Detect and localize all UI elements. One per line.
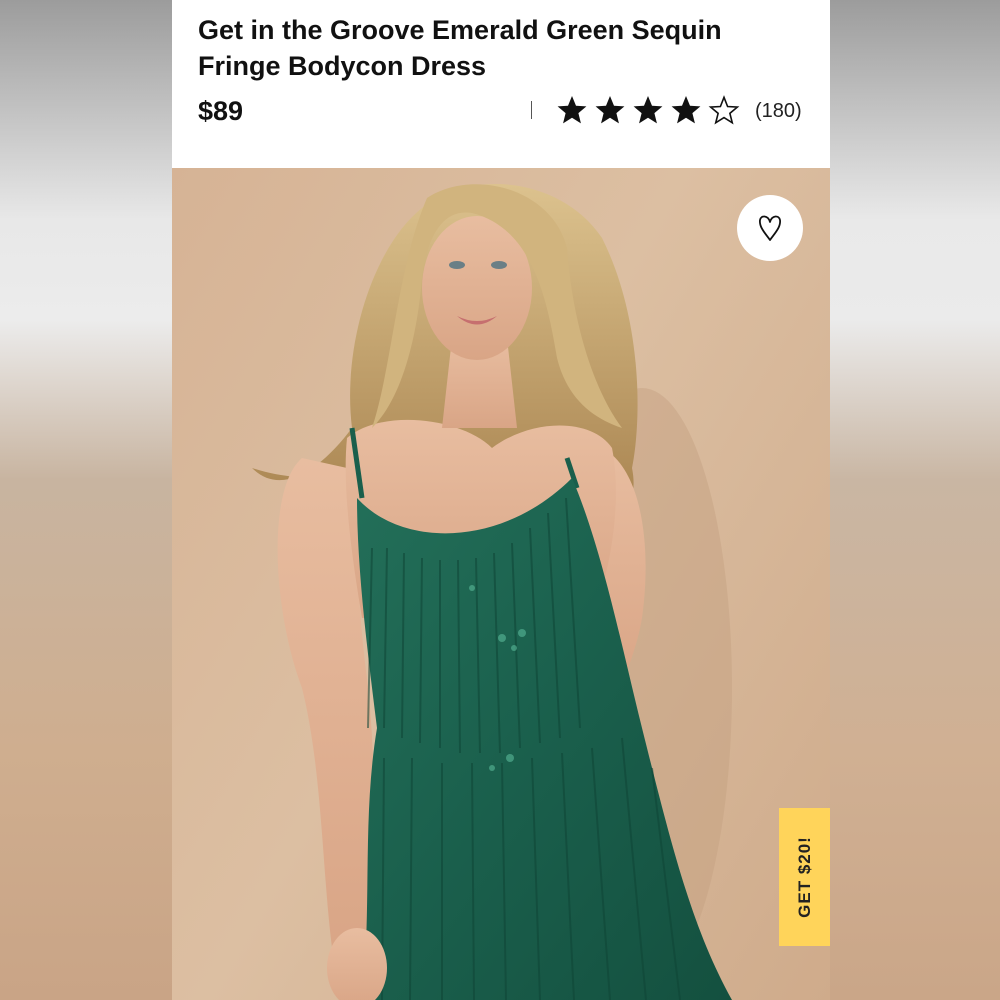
rating-stars[interactable] bbox=[556, 94, 740, 126]
star-icon bbox=[595, 96, 625, 124]
star-icon bbox=[633, 96, 663, 124]
review-count[interactable]: (180) bbox=[755, 100, 802, 123]
heart-icon bbox=[759, 215, 781, 241]
star-outline-icon bbox=[708, 95, 740, 125]
promo-label: GET $20! bbox=[794, 836, 814, 918]
star-icon bbox=[671, 96, 701, 124]
background-blur-left bbox=[0, 0, 172, 1000]
product-image[interactable]: GET $20! bbox=[172, 168, 830, 1000]
background-blur-right bbox=[830, 0, 1000, 1000]
star-icon bbox=[557, 96, 587, 124]
model-photo bbox=[252, 184, 732, 1000]
product-price: $89 bbox=[198, 96, 244, 126]
product-screen: Get in the Groove Emerald Green Sequin F… bbox=[172, 0, 830, 1000]
promo-tab[interactable]: GET $20! bbox=[779, 808, 830, 946]
product-header: Get in the Groove Emerald Green Sequin F… bbox=[172, 0, 830, 168]
rating-divider bbox=[531, 101, 532, 119]
favorite-button[interactable] bbox=[737, 195, 803, 261]
product-title: Get in the Groove Emerald Green Sequin F… bbox=[198, 15, 722, 81]
